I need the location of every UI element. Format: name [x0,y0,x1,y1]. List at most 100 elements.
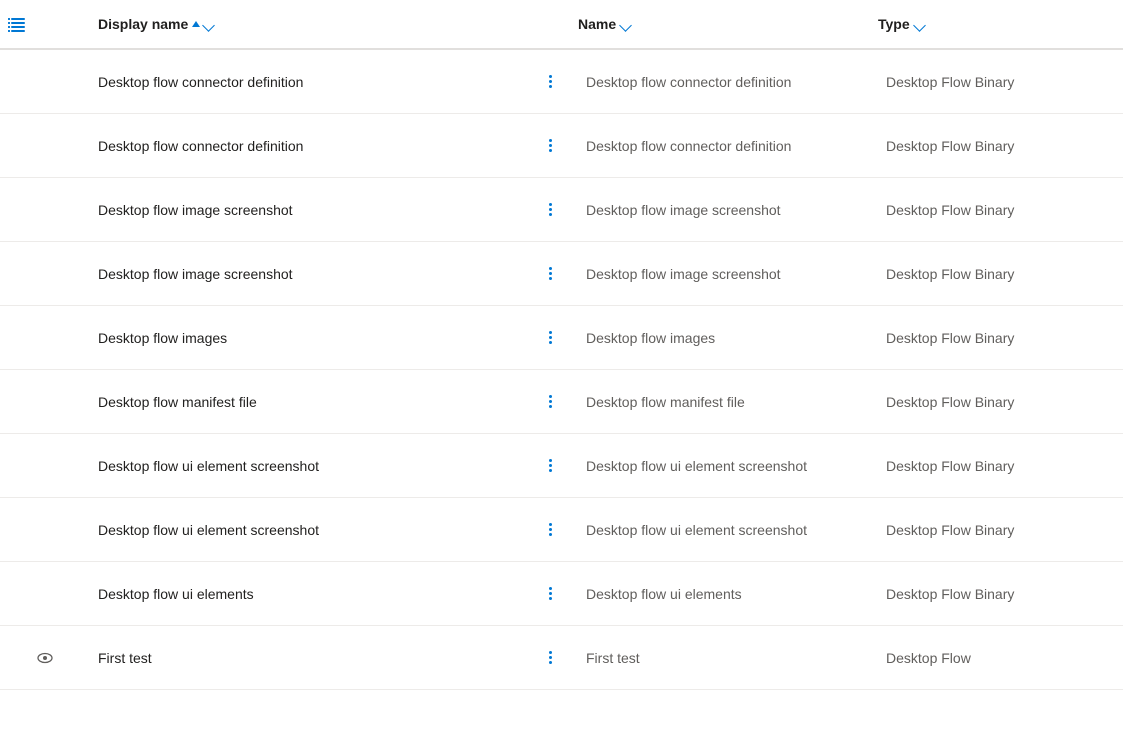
dot [549,661,552,664]
data-table: Display name Name Type Desktop flow conn… [0,0,1123,690]
sort-up-icon [192,21,200,27]
row-type-cell: Desktop Flow Binary [870,194,1123,226]
row-display-name-cell: Desktop flow images [90,318,570,358]
row-name-cell: Desktop flow connector definition [570,130,870,162]
table-row: Desktop flow connector definition Desktop… [0,50,1123,114]
row-name-cell: Desktop flow connector definition [570,66,870,98]
row-type-cell: Desktop Flow Binary [870,514,1123,546]
name-sort-icons [620,21,630,27]
row-display-name-cell: First test [90,638,570,678]
dot [549,75,552,78]
dot [549,203,552,206]
table-row: Desktop flow image screenshot Desktop flo… [0,178,1123,242]
more-options-button[interactable] [538,582,562,606]
dot [549,400,552,403]
more-options-button[interactable] [538,518,562,542]
dot [549,533,552,536]
dot [549,149,552,152]
more-options-button[interactable] [538,262,562,286]
row-display-name-cell: Desktop flow ui element screenshot [90,446,570,486]
list-view-icon [8,14,28,34]
dot [549,597,552,600]
table-row: First testFirst testDesktop Flow [0,626,1123,690]
more-options-button[interactable] [538,326,562,350]
row-display-name-cell: Desktop flow connector definition [90,62,570,102]
row-display-name-cell: Desktop flow ui element screenshot [90,510,570,550]
display-name-text: Desktop flow images [98,330,530,346]
dot [549,208,552,211]
table-row: Desktop flow image screenshot Desktop flo… [0,242,1123,306]
row-type-cell: Desktop Flow [870,642,1123,674]
dot [549,592,552,595]
display-name-text: Desktop flow image screenshot [98,202,530,218]
row-name-cell: Desktop flow image screenshot [570,194,870,226]
dot [549,587,552,590]
row-type-cell: Desktop Flow Binary [870,258,1123,290]
table-row: Desktop flow manifest file Desktop flow m… [0,370,1123,434]
row-name-cell: Desktop flow ui element screenshot [570,514,870,546]
more-options-button[interactable] [538,198,562,222]
header-type[interactable]: Type [870,12,1123,36]
dot [549,341,552,344]
row-display-name-cell: Desktop flow connector definition [90,126,570,166]
dot [549,267,552,270]
name-sort-icon [620,21,630,27]
more-options-button[interactable] [538,390,562,414]
dot [549,277,552,280]
display-name-text: Desktop flow connector definition [98,74,530,90]
row-name-cell: Desktop flow ui elements [570,578,870,610]
display-name-text: Desktop flow ui element screenshot [98,522,530,538]
row-display-name-cell: Desktop flow image screenshot [90,254,570,294]
dot [549,523,552,526]
display-name-text: Desktop flow ui elements [98,586,530,602]
dot [549,528,552,531]
dot [549,405,552,408]
row-display-name-cell: Desktop flow manifest file [90,382,570,422]
row-display-name-cell: Desktop flow image screenshot [90,190,570,230]
dot [549,464,552,467]
row-type-cell: Desktop Flow Binary [870,130,1123,162]
header-icon-cell[interactable] [0,14,90,34]
dot [549,213,552,216]
table-row: Desktop flow ui element screenshotDeskto… [0,498,1123,562]
header-name-label: Name [578,16,616,32]
more-options-button[interactable] [538,454,562,478]
sort-down-icon [203,21,213,27]
type-sort-icons [914,21,924,27]
row-name-cell: Desktop flow manifest file [570,386,870,418]
eye-icon [35,648,55,668]
display-name-text: Desktop flow image screenshot [98,266,530,282]
dot [549,80,552,83]
header-name[interactable]: Name [570,12,870,36]
table-header: Display name Name Type [0,0,1123,50]
dot [549,139,552,142]
dot [549,272,552,275]
table-row: Desktop flow ui elements Desktop flow ui … [0,562,1123,626]
row-type-cell: Desktop Flow Binary [870,386,1123,418]
dot [549,144,552,147]
table-row: Desktop flow imagesDesktop flow imagesDe… [0,306,1123,370]
row-name-cell: Desktop flow images [570,322,870,354]
dot [549,651,552,654]
type-sort-icon [914,21,924,27]
table-body: Desktop flow connector definitionDesktop… [0,50,1123,690]
row-type-cell: Desktop Flow Binary [870,578,1123,610]
row-icon-cell [0,648,90,668]
more-options-button[interactable] [538,646,562,670]
dot [549,336,552,339]
display-name-text: Desktop flow ui element screenshot [98,458,530,474]
row-name-cell: Desktop flow ui element screenshot [570,450,870,482]
more-options-button[interactable] [538,70,562,94]
header-display-name[interactable]: Display name [90,12,570,36]
row-type-cell: Desktop Flow Binary [870,322,1123,354]
header-type-label: Type [878,16,910,32]
more-options-button[interactable] [538,134,562,158]
dot [549,656,552,659]
row-type-cell: Desktop Flow Binary [870,450,1123,482]
row-name-cell: Desktop flow image screenshot [570,258,870,290]
dot [549,459,552,462]
header-display-name-label: Display name [98,16,188,32]
dot [549,331,552,334]
dot [549,85,552,88]
display-name-text: Desktop flow manifest file [98,394,530,410]
